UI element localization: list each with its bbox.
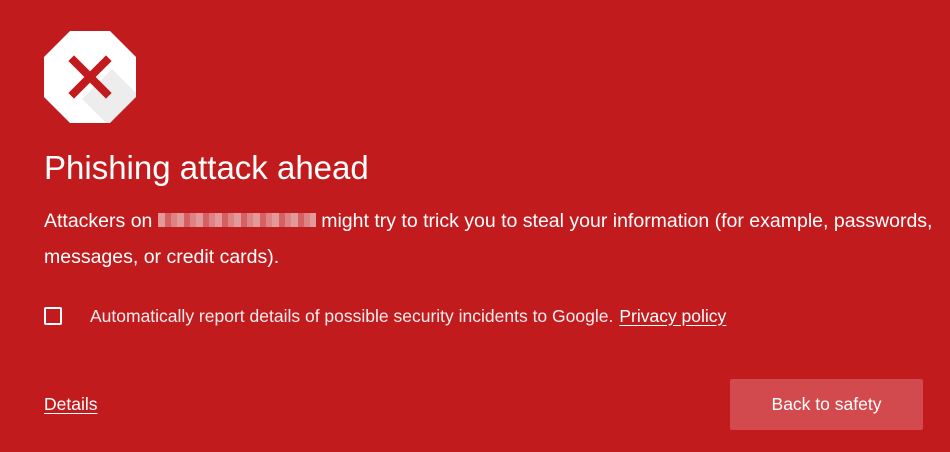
report-label: Automatically report details of possible… (90, 305, 614, 326)
phishing-interstitial: Phishing attack ahead Attackers on might… (0, 0, 950, 452)
details-link[interactable]: Details (44, 394, 98, 415)
back-to-safety-button[interactable]: Back to safety (730, 379, 923, 430)
report-checkbox[interactable] (44, 307, 62, 325)
privacy-policy-link[interactable]: Privacy policy (619, 306, 726, 327)
error-octagon-x-icon (42, 29, 138, 125)
warning-message: Attackers on might try to trick you to s… (44, 203, 934, 275)
page-title: Phishing attack ahead (44, 149, 369, 186)
redacted-site-name (157, 213, 316, 228)
report-option: Automatically report details of possible… (44, 304, 726, 328)
message-prefix: Attackers on (44, 210, 153, 232)
